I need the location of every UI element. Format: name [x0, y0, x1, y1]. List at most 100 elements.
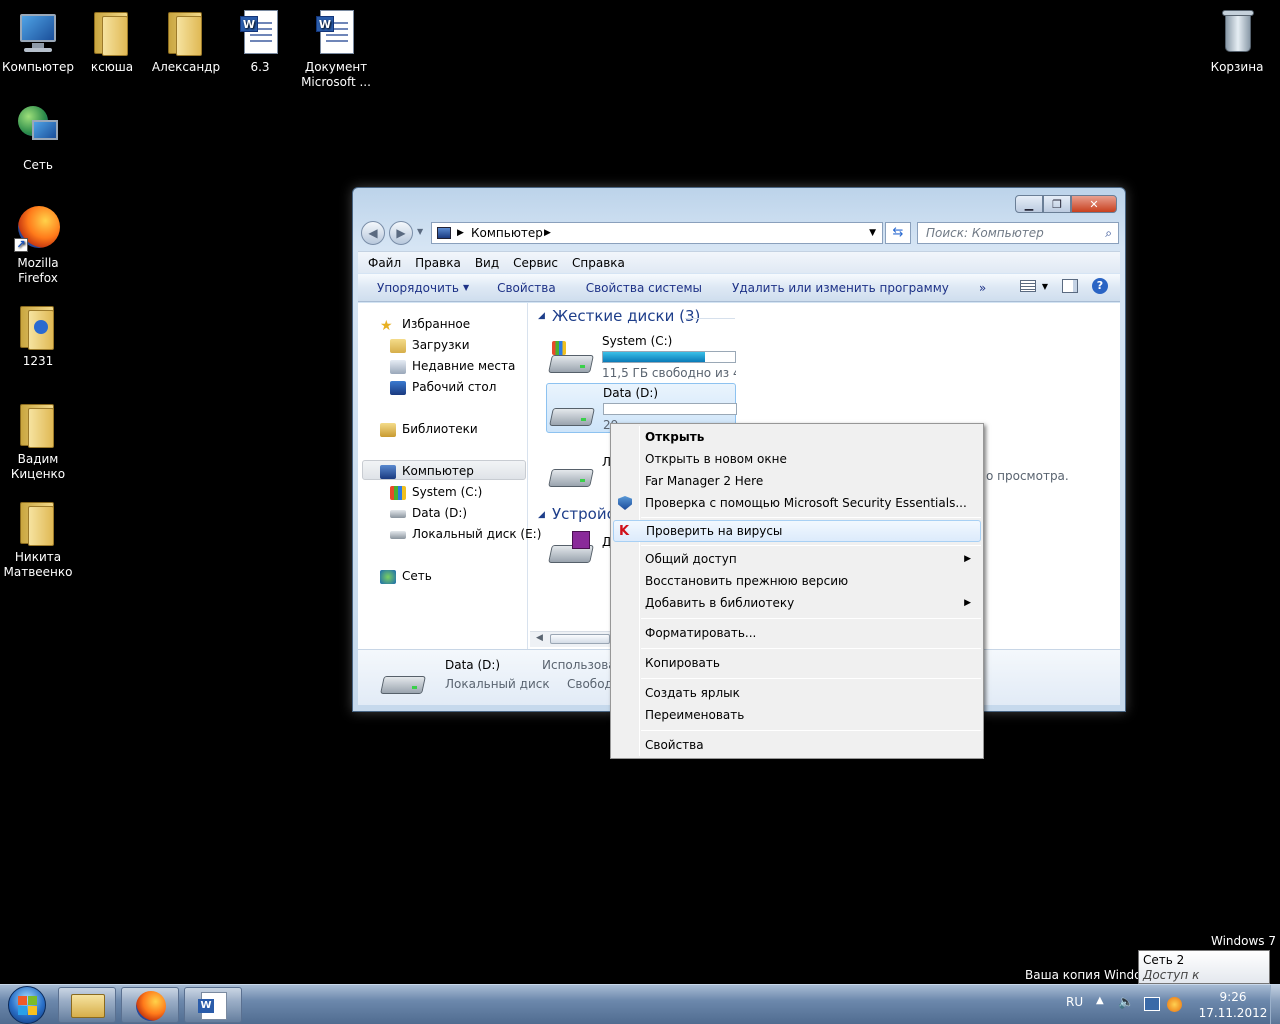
nav-desktop[interactable]: Рабочий стол: [390, 379, 496, 395]
menu-label: Копировать: [645, 656, 720, 670]
desktop-icon-label: 6.3: [250, 60, 270, 74]
taskbar-firefox-button[interactable]: [121, 987, 179, 1023]
scroll-left-icon[interactable]: ◀: [536, 633, 543, 643]
menu-file[interactable]: Файл: [368, 256, 401, 270]
help-icon[interactable]: ?: [1092, 278, 1108, 294]
nav-libraries[interactable]: Библиотеки: [380, 421, 478, 437]
activation-watermark-title: Windows 7: [1210, 934, 1276, 948]
back-button[interactable]: ◀: [361, 221, 385, 245]
folder-icon: [162, 8, 210, 56]
menu-item-rename[interactable]: Переименовать: [613, 704, 981, 726]
menu-edit[interactable]: Правка: [415, 256, 461, 270]
menu-separator: [641, 730, 981, 731]
collapse-group-icon[interactable]: ◢: [538, 311, 545, 321]
nav-label: Сеть: [402, 569, 432, 583]
menu-item-far-manager[interactable]: Far Manager 2 Here: [613, 470, 981, 492]
menu-item-add-to-library[interactable]: Добавить в библиотеку ▶: [613, 592, 981, 614]
menu-item-copy[interactable]: Копировать: [613, 652, 981, 674]
nav-favorites[interactable]: ★ Избранное: [380, 316, 470, 334]
menu-label: Far Manager 2 Here: [645, 474, 764, 488]
address-dropdown-icon[interactable]: ▼: [869, 223, 876, 243]
refresh-button[interactable]: ⇆: [885, 222, 911, 244]
menu-item-open-new-window[interactable]: Открыть в новом окне: [613, 448, 981, 470]
nav-drive-d[interactable]: Data (D:): [390, 505, 467, 521]
taskbar-word-button[interactable]: W: [184, 987, 242, 1023]
view-controls: ▼ ?: [1006, 278, 1108, 294]
menu-item-sharing[interactable]: Общий доступ ▶: [613, 548, 981, 570]
search-input[interactable]: Поиск: Компьютер ⌕: [917, 222, 1119, 244]
desktop-icon-doc-6-3[interactable]: W 6.3: [222, 8, 298, 75]
desktop-icon-folder-vadim[interactable]: Вадим Киценко: [0, 400, 76, 482]
recycle-bin-icon: [1213, 8, 1261, 56]
command-bar: Упорядочить ▼ Свойства Свойства системы У…: [358, 274, 1120, 302]
nav-drive-c[interactable]: System (C:): [390, 484, 482, 500]
network-tray-icon[interactable]: [1144, 997, 1160, 1011]
desktop-icon-folder-aleksandr[interactable]: Александр: [148, 8, 224, 75]
scrollbar-thumb[interactable]: [550, 634, 610, 644]
close-button[interactable]: ✕: [1071, 195, 1117, 213]
nav-drive-e[interactable]: Локальный диск (E:): [390, 526, 541, 542]
desktop-icon-network[interactable]: Сеть: [0, 106, 76, 173]
show-hidden-icons-icon[interactable]: ▲: [1096, 995, 1104, 1006]
details-name: Data (D:): [445, 658, 501, 672]
clock[interactable]: 9:26 17.11.2012: [1198, 989, 1268, 1021]
menu-separator: [641, 545, 981, 546]
properties-button[interactable]: Свойства: [497, 281, 556, 295]
antivirus-tray-icon[interactable]: [1167, 997, 1182, 1012]
nav-label: Загрузки: [412, 338, 470, 352]
nav-downloads[interactable]: Загрузки: [390, 337, 470, 353]
system-drive-icon: [390, 485, 406, 500]
menu-tools[interactable]: Сервис: [513, 256, 558, 270]
menu-item-open[interactable]: Открыть: [613, 426, 981, 448]
menu-item-create-shortcut[interactable]: Создать ярлык: [613, 682, 981, 704]
desktop-icon-firefox[interactable]: ↗ Mozilla Firefox: [0, 204, 76, 286]
desktop-icon-folder-1231[interactable]: 1231: [0, 302, 76, 369]
drive-c-tile[interactable]: System (C:) 11,5 ГБ свободно из 49,9: [544, 331, 736, 381]
network-icon: [14, 106, 62, 154]
collapse-group-icon[interactable]: ◢: [538, 510, 545, 520]
show-desktop-button[interactable]: [1270, 985, 1280, 1024]
nav-network[interactable]: Сеть: [380, 568, 432, 584]
desktop-icon-recycle-bin[interactable]: Корзина: [1199, 8, 1275, 75]
more-commands-button[interactable]: »: [979, 281, 986, 295]
desktop-icon-folder-nikita[interactable]: Никита Матвеенко: [0, 498, 76, 580]
menu-help[interactable]: Справка: [572, 256, 625, 270]
preview-pane-icon[interactable]: [1062, 279, 1078, 293]
recent-pages-dropdown-icon[interactable]: ▼: [417, 227, 423, 236]
menu-item-mse-scan[interactable]: Проверка с помощью Microsoft Security Es…: [613, 492, 981, 514]
language-indicator[interactable]: RU: [1066, 995, 1083, 1009]
menu-item-format[interactable]: Форматировать...: [613, 622, 981, 644]
view-dropdown-icon[interactable]: ▼: [1042, 282, 1048, 291]
desktop-icon-label: Вадим Киценко: [10, 452, 66, 481]
taskbar-explorer-button[interactable]: [58, 987, 116, 1023]
organize-button[interactable]: Упорядочить: [377, 281, 459, 295]
desktop-icon-computer[interactable]: Компьютер: [0, 8, 76, 75]
address-bar[interactable]: ▶ Компьютер ▶ ▼: [431, 222, 883, 244]
music-folder-icon: [14, 302, 62, 350]
forward-button[interactable]: ▶: [389, 221, 413, 245]
menu-item-virus-scan[interactable]: K Проверить на вирусы: [613, 520, 981, 542]
search-icon[interactable]: ⌕: [1105, 223, 1112, 243]
uninstall-program-button[interactable]: Удалить или изменить программу: [732, 281, 949, 295]
change-view-icon[interactable]: [1019, 280, 1036, 292]
folder-icon: [14, 400, 62, 448]
menu-label: Проверить на вирусы: [646, 524, 783, 538]
start-button[interactable]: [2, 985, 52, 1024]
menu-item-restore-previous[interactable]: Восстановить прежнюю версию: [613, 570, 981, 592]
maximize-button[interactable]: ❐: [1043, 195, 1071, 213]
group-divider: [685, 318, 735, 319]
system-properties-button[interactable]: Свойства системы: [586, 281, 702, 295]
desktop-icon-doc-microsoft[interactable]: W Документ Microsoft ...: [298, 8, 374, 90]
menu-view[interactable]: Вид: [475, 256, 499, 270]
breadcrumb-separator-icon[interactable]: ▶: [457, 223, 464, 243]
nav-recent-places[interactable]: Недавние места: [390, 358, 515, 374]
menu-item-properties[interactable]: Свойства: [613, 734, 981, 756]
drive-icon: [549, 394, 595, 430]
desktop-icon-folder-ksyusha[interactable]: ксюша: [74, 8, 150, 75]
breadcrumb-separator-icon[interactable]: ▶: [544, 223, 551, 243]
breadcrumb-computer[interactable]: Компьютер: [471, 223, 543, 243]
nav-computer[interactable]: Компьютер: [380, 463, 474, 479]
minimize-button[interactable]: ▁: [1015, 195, 1043, 213]
group-hard-disks[interactable]: Жесткие диски (3): [552, 307, 700, 325]
volume-icon[interactable]: 🔈: [1118, 995, 1134, 1010]
